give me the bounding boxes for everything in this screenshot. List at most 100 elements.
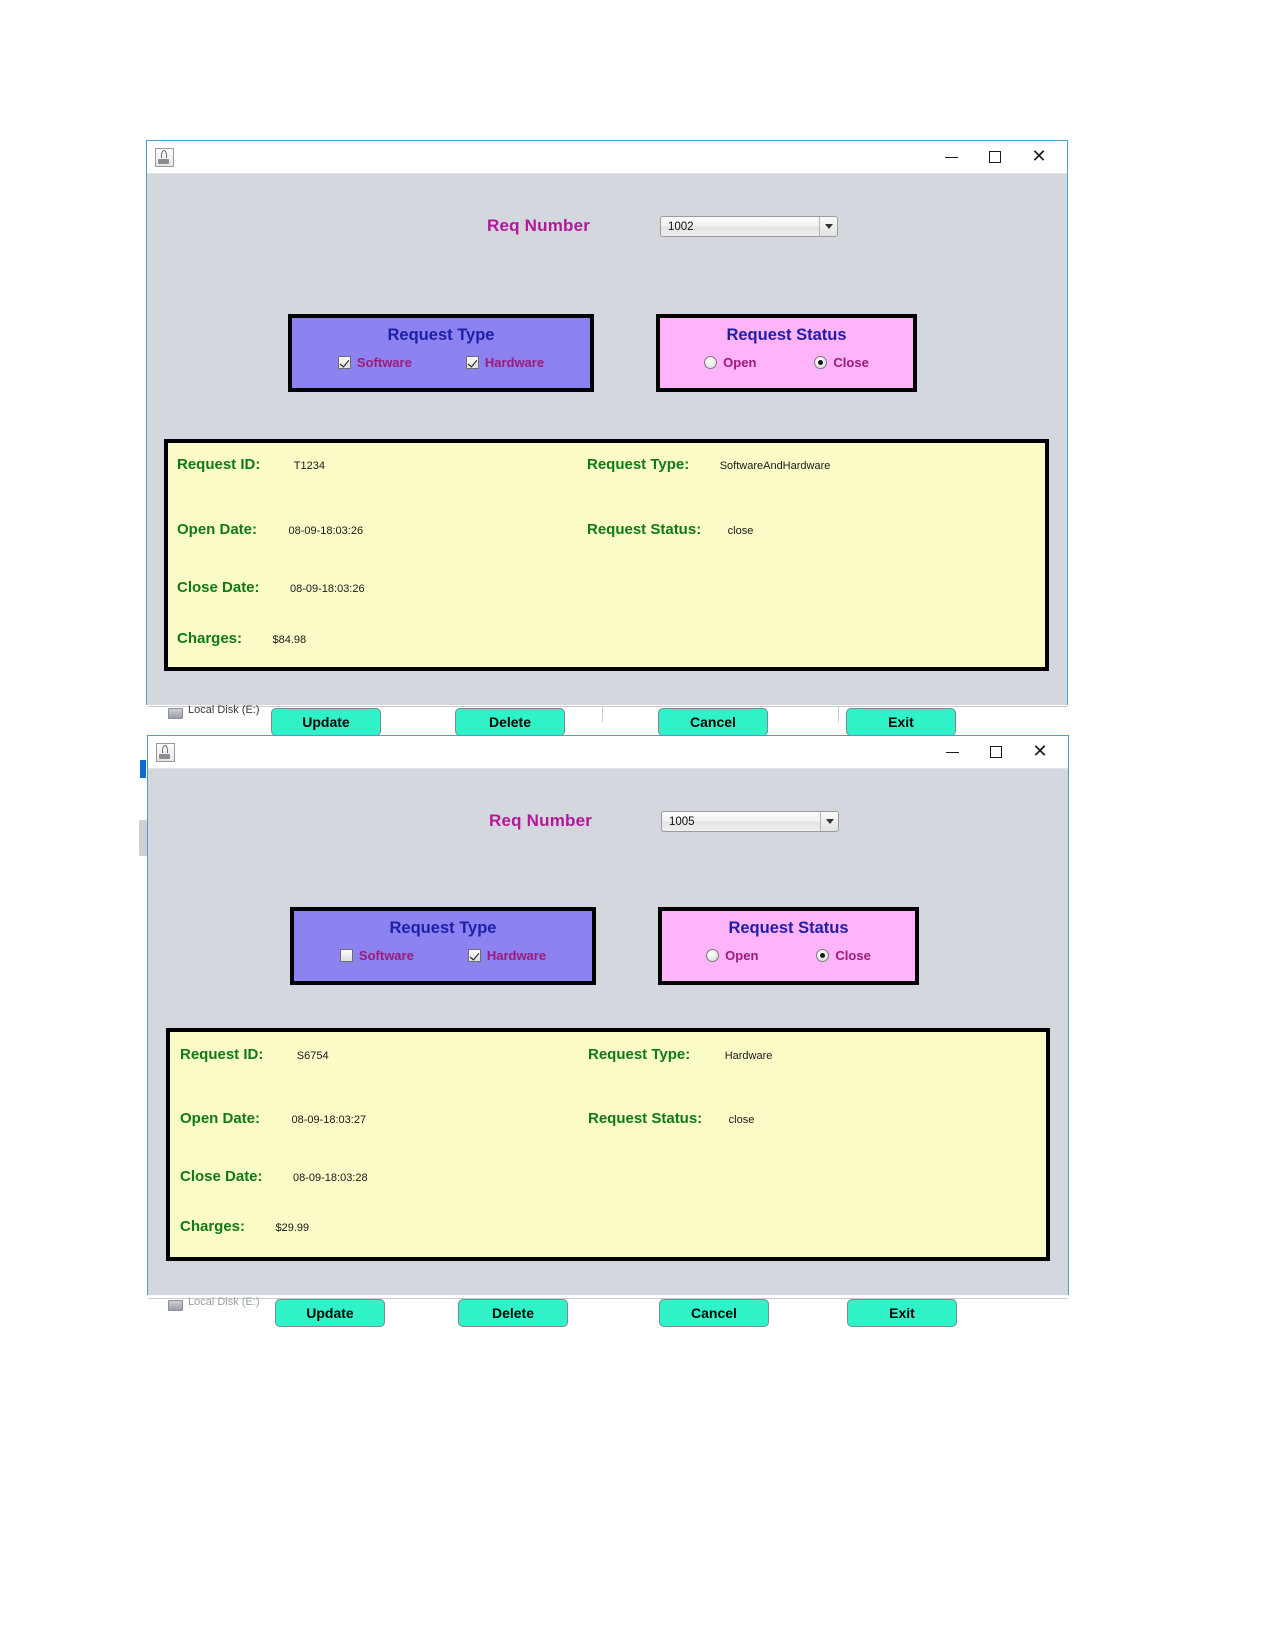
request-details-panel: Request ID: S6754 Request Type: Hardware… xyxy=(166,1028,1050,1261)
request-type-panel: Request Type Software Hardware xyxy=(288,314,594,392)
close-button[interactable]: ✕ xyxy=(1017,142,1061,172)
detail-charges-label: Charges: xyxy=(177,630,243,647)
radio-close-icon[interactable] xyxy=(814,356,828,369)
title-bar[interactable]: ✕ xyxy=(148,736,1068,769)
radio-close-icon[interactable] xyxy=(816,949,830,962)
detail-open-date-label: Open Date: xyxy=(180,1110,261,1127)
desktop-bleed-col-2 xyxy=(838,706,839,722)
checkbox-hardware[interactable]: Hardware xyxy=(467,948,547,963)
drive-label-2: Local Disk (E:) xyxy=(188,1296,260,1308)
req-number-label: Req Number xyxy=(489,811,593,830)
request-status-panel: Request Status Open Close xyxy=(658,907,919,985)
radio-open-icon[interactable] xyxy=(704,356,718,369)
maximize-icon xyxy=(989,151,1001,163)
update-button[interactable]: Update xyxy=(275,1299,385,1327)
cancel-button[interactable]: Cancel xyxy=(659,1299,769,1327)
detail-close-date-label: Close Date: xyxy=(177,579,260,596)
request-window-1005[interactable]: ✕ Req Number 1005 Request Type Software … xyxy=(147,735,1069,1327)
radio-close[interactable]: Close xyxy=(814,355,869,370)
request-type-options: Software Hardware xyxy=(292,355,590,370)
detail-open-date: Open Date: 08-09-18:03:27 xyxy=(180,1110,366,1128)
checkbox-hardware-icon[interactable] xyxy=(467,949,481,962)
request-type-title: Request Type xyxy=(389,919,497,937)
radio-close-label: Close xyxy=(833,355,869,370)
request-type-title: Request Type xyxy=(387,326,495,344)
detail-request-status: Request Status: close xyxy=(588,1110,754,1128)
checkbox-hardware-icon[interactable] xyxy=(465,356,479,369)
detail-request-id: Request ID: T1234 xyxy=(177,456,325,474)
checkbox-hardware-label: Hardware xyxy=(484,355,545,370)
request-status-panel: Request Status Open Close xyxy=(656,314,917,392)
detail-request-status-value: close xyxy=(727,525,754,537)
radio-open-label: Open xyxy=(725,948,759,963)
delete-button[interactable]: Delete xyxy=(455,708,565,736)
detail-request-id: Request ID: S6754 xyxy=(180,1046,329,1064)
delete-button[interactable]: Delete xyxy=(458,1299,568,1327)
detail-close-date: Close Date: 08-09-18:03:28 xyxy=(180,1168,368,1186)
req-number-combobox[interactable]: 1005 xyxy=(661,811,839,832)
req-number-combobox[interactable]: 1002 xyxy=(660,216,838,237)
radio-open[interactable]: Open xyxy=(704,355,756,370)
radio-open-icon[interactable] xyxy=(706,949,720,962)
checkbox-software-label: Software xyxy=(358,948,414,963)
minimize-button[interactable] xyxy=(930,737,974,767)
radio-close[interactable]: Close xyxy=(816,948,871,963)
chevron-down-icon[interactable] xyxy=(819,217,837,236)
detail-close-date: Close Date: 08-09-18:03:26 xyxy=(177,579,365,597)
checkbox-software-label: Software xyxy=(356,355,412,370)
detail-request-status: Request Status: close xyxy=(587,521,753,539)
detail-charges-label: Charges: xyxy=(180,1218,246,1235)
minimize-button[interactable] xyxy=(929,142,973,172)
minimize-icon xyxy=(945,751,959,753)
exit-button[interactable]: Exit xyxy=(847,1299,957,1327)
request-status-title: Request Status xyxy=(726,326,847,344)
detail-close-date-label: Close Date: xyxy=(180,1168,263,1185)
window-content: Req Number 1002 Request Type Software Ha… xyxy=(147,174,1067,736)
detail-close-date-value: 08-09-18:03:26 xyxy=(289,583,365,595)
checkbox-software[interactable]: Software xyxy=(337,355,412,370)
checkbox-software-icon[interactable] xyxy=(337,356,351,369)
req-number-value: 1005 xyxy=(669,815,695,828)
maximize-button[interactable] xyxy=(973,142,1017,172)
drive-label-1: Local Disk (E:) xyxy=(188,704,260,716)
request-status-title: Request Status xyxy=(728,919,849,937)
request-window-1002[interactable]: ✕ Req Number 1002 Request Type Software … xyxy=(146,140,1068,736)
detail-request-id-label: Request ID: xyxy=(177,456,261,473)
checkbox-software[interactable]: Software xyxy=(339,948,414,963)
title-bar[interactable]: ✕ xyxy=(147,141,1067,174)
minimize-icon xyxy=(944,156,958,158)
close-button[interactable]: ✕ xyxy=(1018,737,1062,767)
scrollbar-thumb[interactable] xyxy=(139,820,147,856)
maximize-button[interactable] xyxy=(974,737,1018,767)
close-icon: ✕ xyxy=(1032,741,1048,762)
checkbox-hardware-label: Hardware xyxy=(486,948,547,963)
detail-request-id-value: S6754 xyxy=(296,1050,329,1062)
checkbox-software-icon[interactable] xyxy=(339,949,353,962)
java-coffee-cup-icon xyxy=(155,147,174,167)
detail-request-type-label: Request Type: xyxy=(587,456,690,473)
radio-open[interactable]: Open xyxy=(706,948,758,963)
update-button[interactable]: Update xyxy=(271,708,381,736)
request-type-options: Software Hardware xyxy=(294,948,592,963)
request-status-options: Open Close xyxy=(662,948,915,963)
detail-request-id-label: Request ID: xyxy=(180,1046,264,1063)
desktop-bleed-divider-1 xyxy=(148,706,1068,707)
radio-open-label: Open xyxy=(723,355,757,370)
drive-icon-1 xyxy=(168,708,183,719)
close-icon: ✕ xyxy=(1031,146,1047,167)
detail-charges: Charges: $84.98 xyxy=(177,630,306,648)
chevron-down-icon[interactable] xyxy=(820,812,838,831)
request-status-options: Open Close xyxy=(660,355,913,370)
detail-open-date-value: 08-09-18:03:27 xyxy=(291,1114,367,1126)
exit-button[interactable]: Exit xyxy=(846,708,956,736)
detail-request-type: Request Type: Hardware xyxy=(588,1046,772,1064)
java-coffee-cup-icon xyxy=(156,742,175,762)
detail-charges-value: $84.98 xyxy=(272,634,307,646)
checkbox-hardware[interactable]: Hardware xyxy=(465,355,545,370)
req-number-value: 1002 xyxy=(668,220,694,233)
cancel-button[interactable]: Cancel xyxy=(658,708,768,736)
desktop-bleed-col-1 xyxy=(602,706,603,722)
maximize-icon xyxy=(990,746,1002,758)
detail-request-status-value: close xyxy=(728,1114,755,1126)
detail-charges: Charges: $29.99 xyxy=(180,1218,309,1236)
